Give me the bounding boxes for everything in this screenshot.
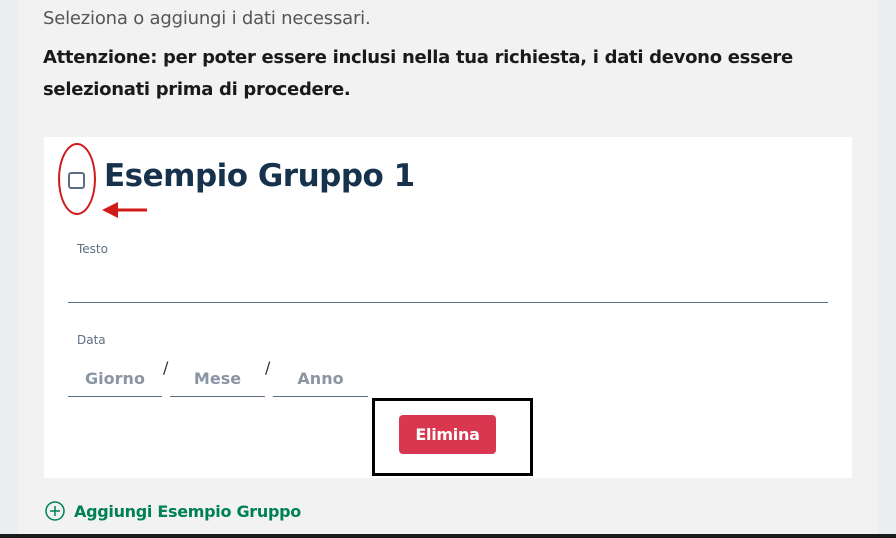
day-placeholder: Giorno: [85, 368, 145, 388]
text-input[interactable]: [68, 302, 828, 303]
left-arrow-icon: [102, 202, 147, 218]
month-placeholder: Mese: [193, 368, 242, 388]
plus-circle-icon: [45, 501, 65, 521]
year-placeholder: Anno: [297, 368, 344, 388]
annotation-ellipse: [58, 143, 96, 215]
delete-button[interactable]: Elimina: [399, 415, 496, 454]
month-input[interactable]: Mese: [170, 360, 265, 397]
intro-text: Seleziona o aggiungi i dati necessari.: [43, 8, 371, 29]
year-input[interactable]: Anno: [273, 360, 368, 397]
date-field-label: Data: [77, 333, 106, 347]
text-field-label: Testo: [77, 242, 108, 256]
add-group-label: Aggiungi Esempio Gruppo: [74, 501, 301, 521]
bottom-bar: [0, 534, 896, 538]
group-title: Esempio Gruppo 1: [104, 158, 415, 194]
add-group-link[interactable]: Aggiungi Esempio Gruppo: [44, 500, 301, 522]
warning-text: Attenzione: per poter essere inclusi nel…: [43, 47, 793, 100]
date-separator: /: [265, 358, 271, 377]
date-separator: /: [163, 358, 169, 377]
day-input[interactable]: Giorno: [68, 360, 162, 397]
